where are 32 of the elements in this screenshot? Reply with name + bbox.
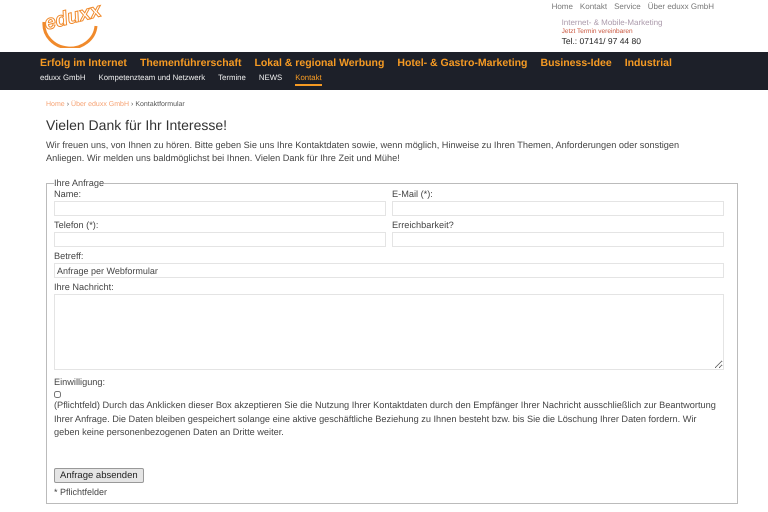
consent-text: (Pflichtfeld) Durch das Anklicken dieser Box akzeptieren Sie die Nutzung Ihrer Kontaktdaten durch den Empfänger Ihrer Nachricht ausschließlich zur Beantwortung Ihrer Anfrage. Die Daten bleiben gespeichert solange eine aktive geschäftliche Beziehung zu Ihnen besteht bzw. bis Sie die Löschung Ihrer Daten fordern. Wir geben keine personenbezogenen Daten an Dritte weiter. — [54, 399, 717, 439]
page-heading: Vielen Dank für Ihr Interesse! — [46, 117, 228, 133]
field-label: Einwilligung: — [54, 376, 106, 388]
phone-number: Tel.: 07141/ 97 44 80 — [562, 36, 641, 46]
field-label: Betreff: — [54, 250, 84, 262]
field-label: Telefon (*): — [54, 219, 100, 231]
submit-button[interactable]: Anfrage absenden — [54, 468, 144, 482]
required-note: * Pflichtfelder — [54, 486, 108, 496]
input-field[interactable] — [54, 232, 386, 247]
input-field[interactable]: Anfrage per Webformular — [54, 263, 724, 278]
input-field[interactable] — [392, 232, 724, 247]
intro-paragraph: Wir freuen uns, von Ihnen zu hören. Bitte geben Sie uns Ihre Kontaktdaten sowie, wenn möglich, Hinweise zu Ihren Themen, Anforderungen oder sonstigen Anliegen. Wir melden uns baldmöglichst bei Ihnen. Vielen Dank für Ihre Zeit und Mühe! — [46, 139, 680, 165]
input-field[interactable] — [54, 201, 386, 216]
field-label: Name: — [54, 188, 82, 200]
main-nav-item[interactable]: Erfolg im Internet — [40, 57, 127, 69]
main-nav-item[interactable]: Themenführerschaft — [140, 57, 242, 69]
top-link[interactable]: Kontakt — [580, 2, 608, 11]
field-label: Ihre Nachricht: — [54, 281, 115, 293]
field-label: E-Mail (*): — [392, 188, 434, 200]
field-label: Erreichbarkeit? — [392, 219, 455, 231]
tagline: Internet- & Mobile-Marketing — [562, 18, 663, 27]
input-field[interactable] — [392, 201, 724, 216]
top-link[interactable]: Home — [552, 2, 573, 11]
top-link[interactable]: Service — [614, 2, 641, 11]
message-field[interactable] — [54, 294, 724, 370]
consent-checkbox[interactable] — [54, 391, 61, 398]
top-link[interactable]: Über eduxx GmbH — [648, 2, 714, 11]
main-nav-item[interactable]: Business-Idee — [540, 57, 612, 69]
main-nav-item[interactable]: Industrial — [624, 57, 672, 69]
form-legend: Ihre Anfrage — [54, 178, 104, 188]
main-nav-item[interactable]: Lokal & regional Werbung — [254, 57, 384, 69]
main-nav-item[interactable]: Hotel- & Gastro-Marketing — [397, 57, 528, 69]
